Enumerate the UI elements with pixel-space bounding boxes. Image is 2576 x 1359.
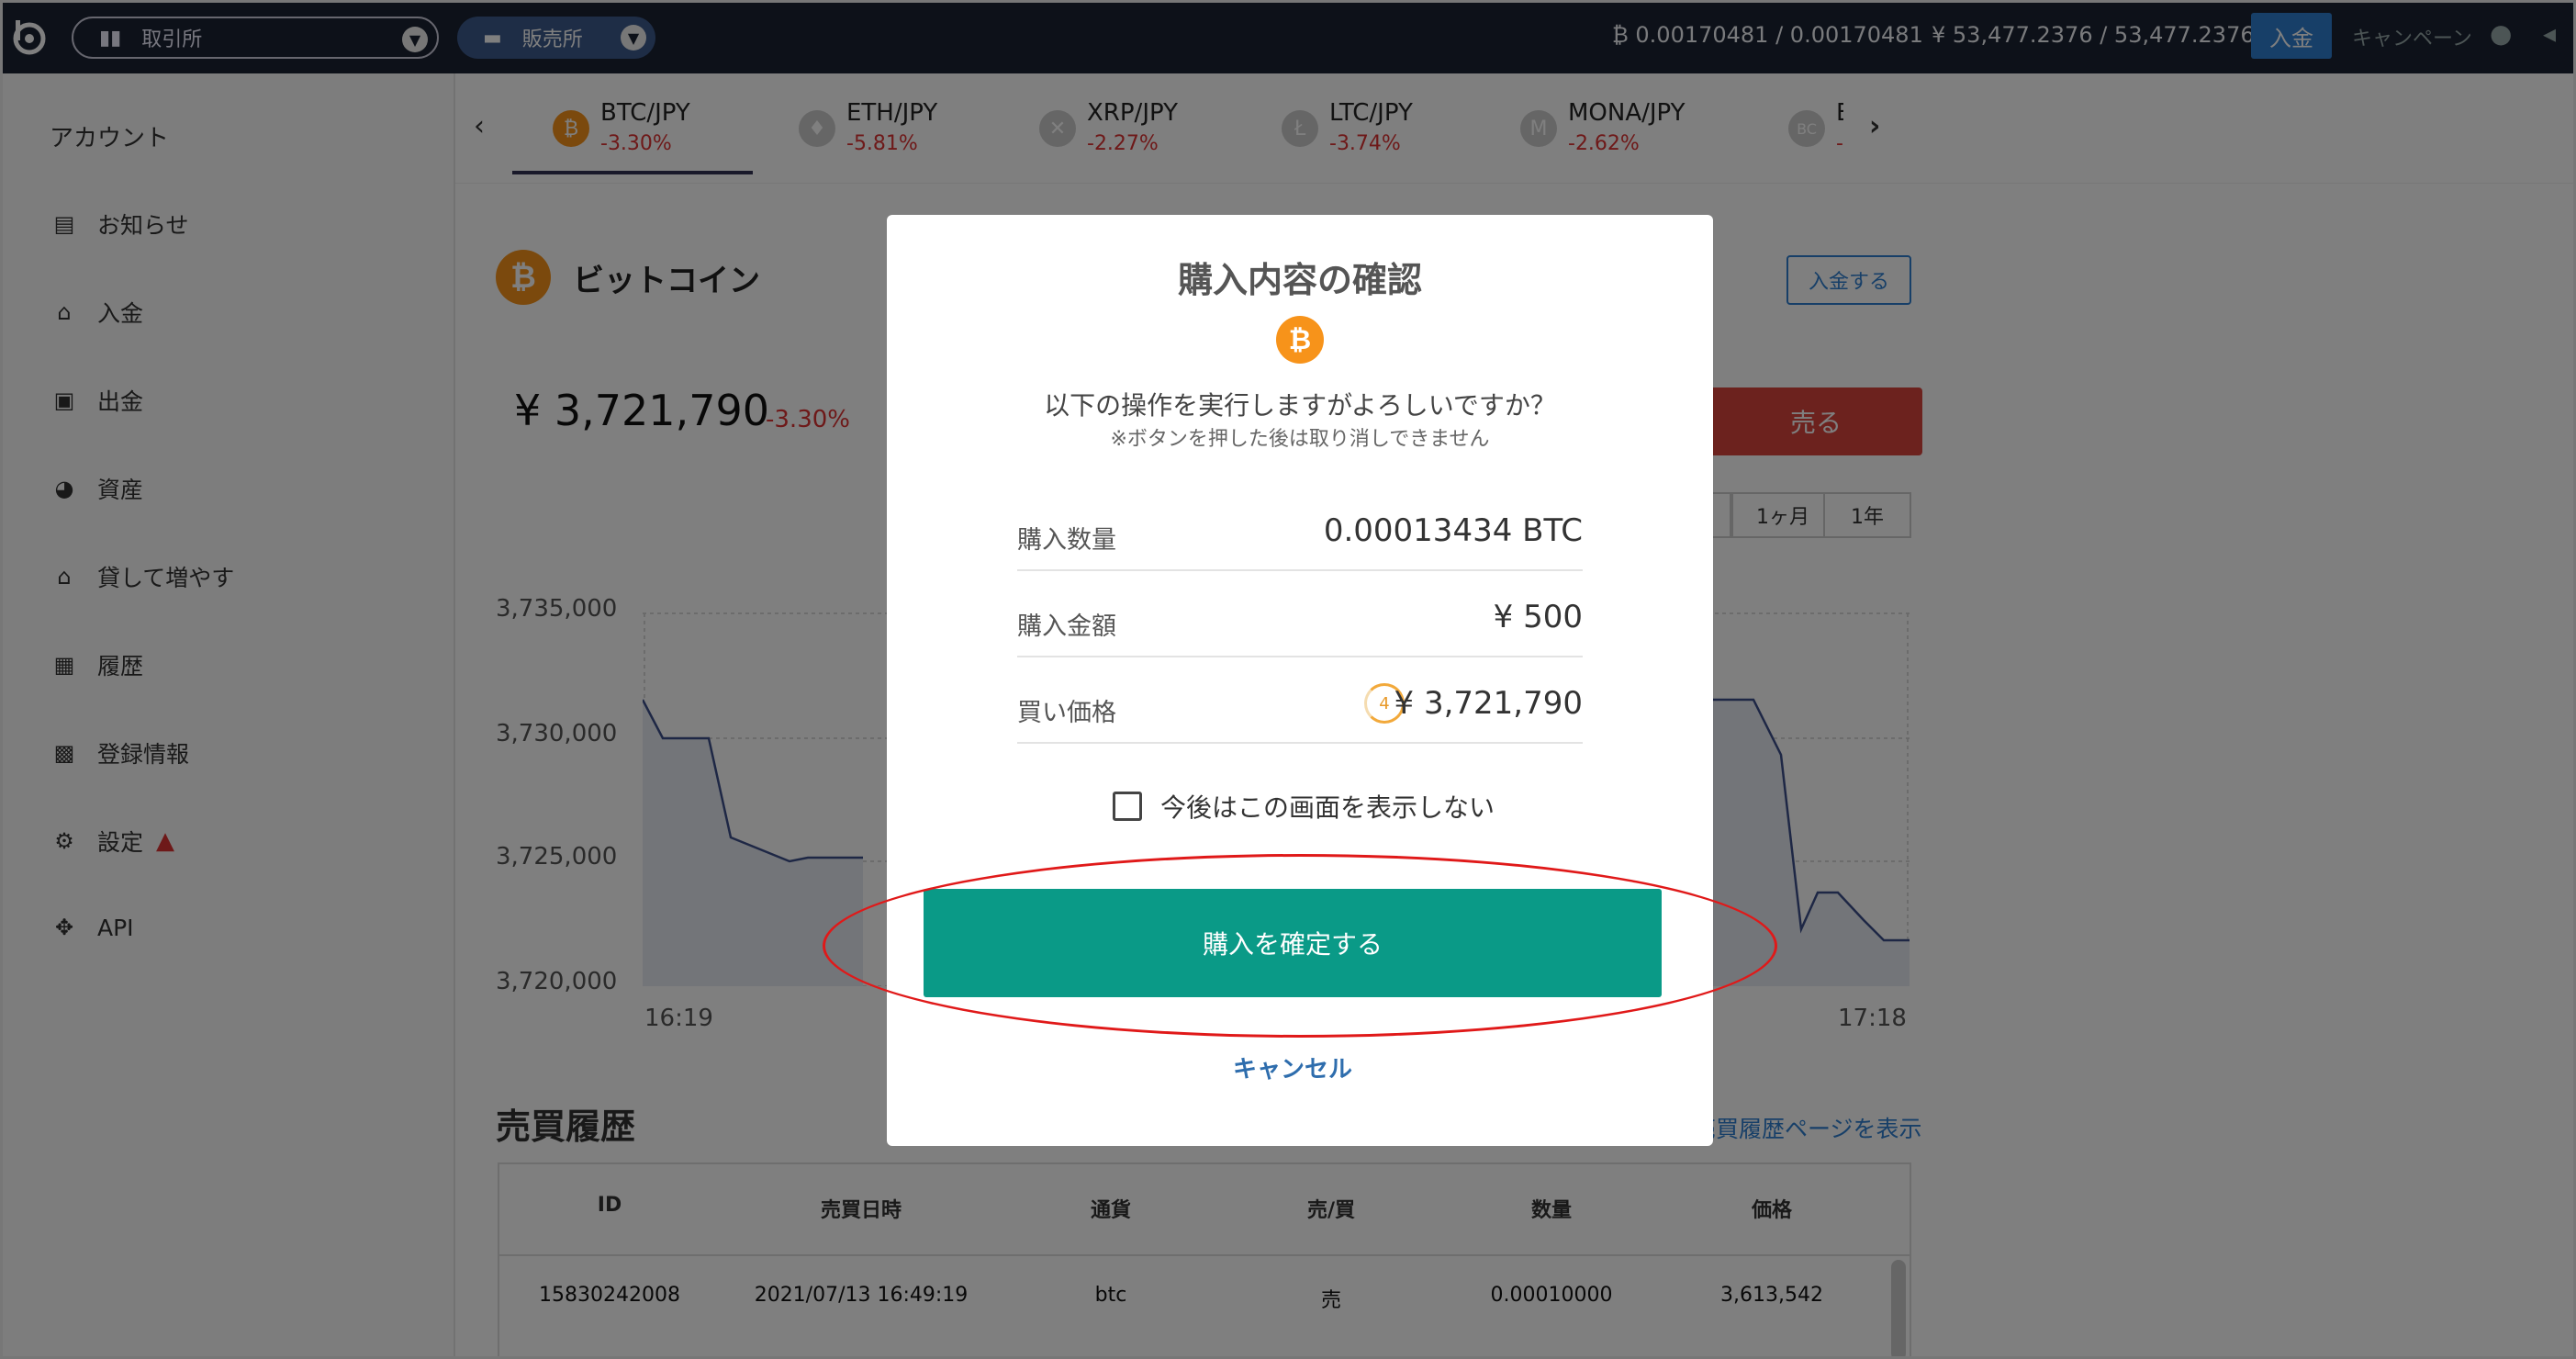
checkbox-label: 今後はこの画面を表示しない — [1160, 792, 1495, 823]
row-value: 0.00013434 BTC — [1323, 512, 1583, 549]
row-label: 購入金額 — [1017, 612, 1116, 641]
highlight-annotation — [823, 854, 1777, 1038]
purchase-amount-row: 購入金額 ¥ 500 — [1017, 573, 1583, 657]
dialog-note: ※ボタンを押した後は取り消しできません — [1110, 428, 1490, 451]
btc-icon: ₿ — [1276, 316, 1324, 364]
row-label: 買い価格 — [1017, 699, 1116, 727]
dialog-title: 購入内容の確認 — [1177, 260, 1422, 300]
row-label: 購入数量 — [1017, 526, 1116, 555]
row-value: ¥ 500 — [1493, 599, 1583, 635]
buy-price-row: 買い価格 4 ¥ 3,721,790 — [1017, 659, 1583, 744]
dialog-question: 以下の操作を実行しますがよろしいですか？ — [1044, 390, 1556, 421]
cancel-link[interactable]: キャンセル — [887, 1050, 1698, 1084]
dont-show-again-checkbox[interactable]: 今後はこの画面を表示しない — [1113, 788, 1495, 825]
row-value: ¥ 3,721,790 — [1394, 685, 1583, 722]
checkbox-icon[interactable] — [1113, 792, 1142, 821]
purchase-quantity-row: 購入数量 0.00013434 BTC — [1017, 487, 1583, 571]
